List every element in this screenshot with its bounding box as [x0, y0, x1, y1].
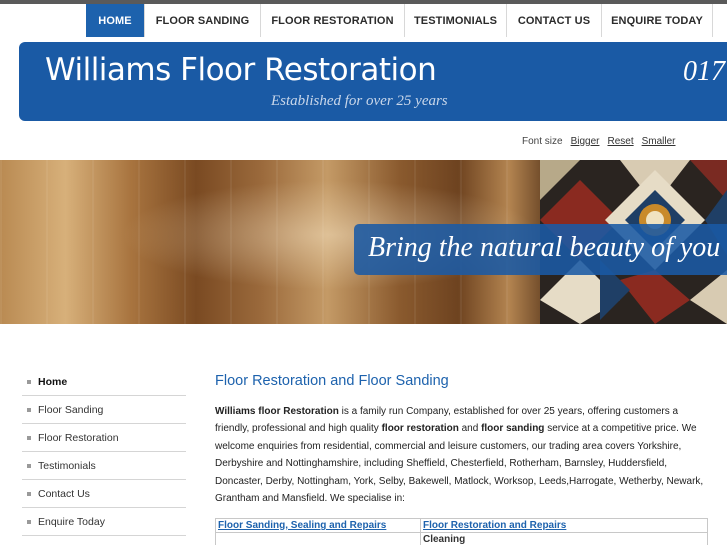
font-bigger-link[interactable]: Bigger: [571, 136, 600, 147]
sidebar-item-label: Contact Us: [38, 487, 90, 500]
table-cell-cleaning: Cleaning: [420, 532, 708, 545]
nav-enquire-today[interactable]: ENQUIRE TODAY: [602, 4, 713, 37]
table-cell: [215, 532, 421, 545]
sidebar-item-enquire-today[interactable]: Enquire Today: [22, 508, 186, 536]
page-title: Floor Restoration and Floor Sanding: [215, 373, 449, 389]
sidebar-item-floor-restoration[interactable]: Floor Restoration: [22, 424, 186, 452]
table-cell: Floor Sanding, Sealing and Repairs: [215, 518, 421, 533]
site-tagline: Established for over 25 years: [271, 93, 448, 109]
site-logo-text[interactable]: Williams Floor Restoration: [45, 52, 437, 88]
bullet-icon: [27, 379, 31, 384]
intro-text-2: service at a competitive price. We welco…: [215, 423, 704, 505]
nav-floor-restoration[interactable]: FLOOR RESTORATION: [261, 4, 405, 37]
sidebar-item-floor-sanding[interactable]: Floor Sanding: [22, 396, 186, 424]
font-size-controls: Font size Bigger Reset Smaller: [522, 136, 676, 147]
sidebar-nav: Home Floor Sanding Floor Restoration Tes…: [22, 368, 186, 536]
bullet-icon: [27, 491, 31, 496]
font-smaller-link[interactable]: Smaller: [642, 136, 676, 147]
table-row: Cleaning: [215, 532, 708, 545]
hero-caption: Bring the natural beauty of you: [354, 224, 727, 275]
company-name: Williams floor Restoration: [215, 406, 339, 417]
nav-home[interactable]: HOME: [86, 4, 145, 37]
intro-and: and: [458, 423, 482, 435]
sidebar-item-label: Floor Sanding: [38, 403, 104, 416]
sidebar-item-home[interactable]: Home: [22, 368, 186, 396]
service-link-floor-sanding[interactable]: Floor Sanding, Sealing and Repairs: [218, 520, 386, 531]
hero-caption-text: Bring the natural beauty of you: [368, 232, 721, 263]
main-content: Floor Restoration and Floor Sanding Will…: [215, 373, 708, 545]
keyword-floor-restoration: floor restoration: [381, 423, 459, 435]
sidebar-item-testimonials[interactable]: Testimonials: [22, 452, 186, 480]
bullet-icon: [27, 519, 31, 524]
services-table: Floor Sanding, Sealing and Repairs Floor…: [215, 518, 708, 545]
main-nav: HOME FLOOR SANDING FLOOR RESTORATION TES…: [86, 4, 713, 37]
sidebar-item-contact-us[interactable]: Contact Us: [22, 480, 186, 508]
bullet-icon: [27, 407, 31, 412]
service-link-floor-restoration[interactable]: Floor Restoration and Repairs: [423, 520, 566, 531]
table-row: Floor Sanding, Sealing and Repairs Floor…: [215, 518, 708, 533]
sidebar-item-label: Enquire Today: [38, 515, 105, 528]
nav-contact-us[interactable]: CONTACT US: [507, 4, 602, 37]
header-banner: Williams Floor Restoration Established f…: [19, 42, 727, 121]
bullet-icon: [27, 463, 31, 468]
bullet-icon: [27, 435, 31, 440]
sidebar-item-label: Home: [38, 375, 68, 388]
nav-testimonials[interactable]: TESTIMONIALS: [405, 4, 507, 37]
sidebar-item-label: Floor Restoration: [38, 431, 119, 444]
table-cell: Floor Restoration and Repairs: [420, 518, 708, 533]
nav-floor-sanding[interactable]: FLOOR SANDING: [145, 4, 261, 37]
keyword-floor-sanding: floor sanding: [481, 423, 545, 435]
phone-number: 017: [683, 56, 725, 87]
font-reset-link[interactable]: Reset: [607, 136, 633, 147]
intro-paragraph: Williams floor Restoration is a family r…: [215, 403, 705, 507]
sidebar-item-label: Testimonials: [38, 459, 96, 472]
font-size-label: Font size: [522, 136, 563, 147]
